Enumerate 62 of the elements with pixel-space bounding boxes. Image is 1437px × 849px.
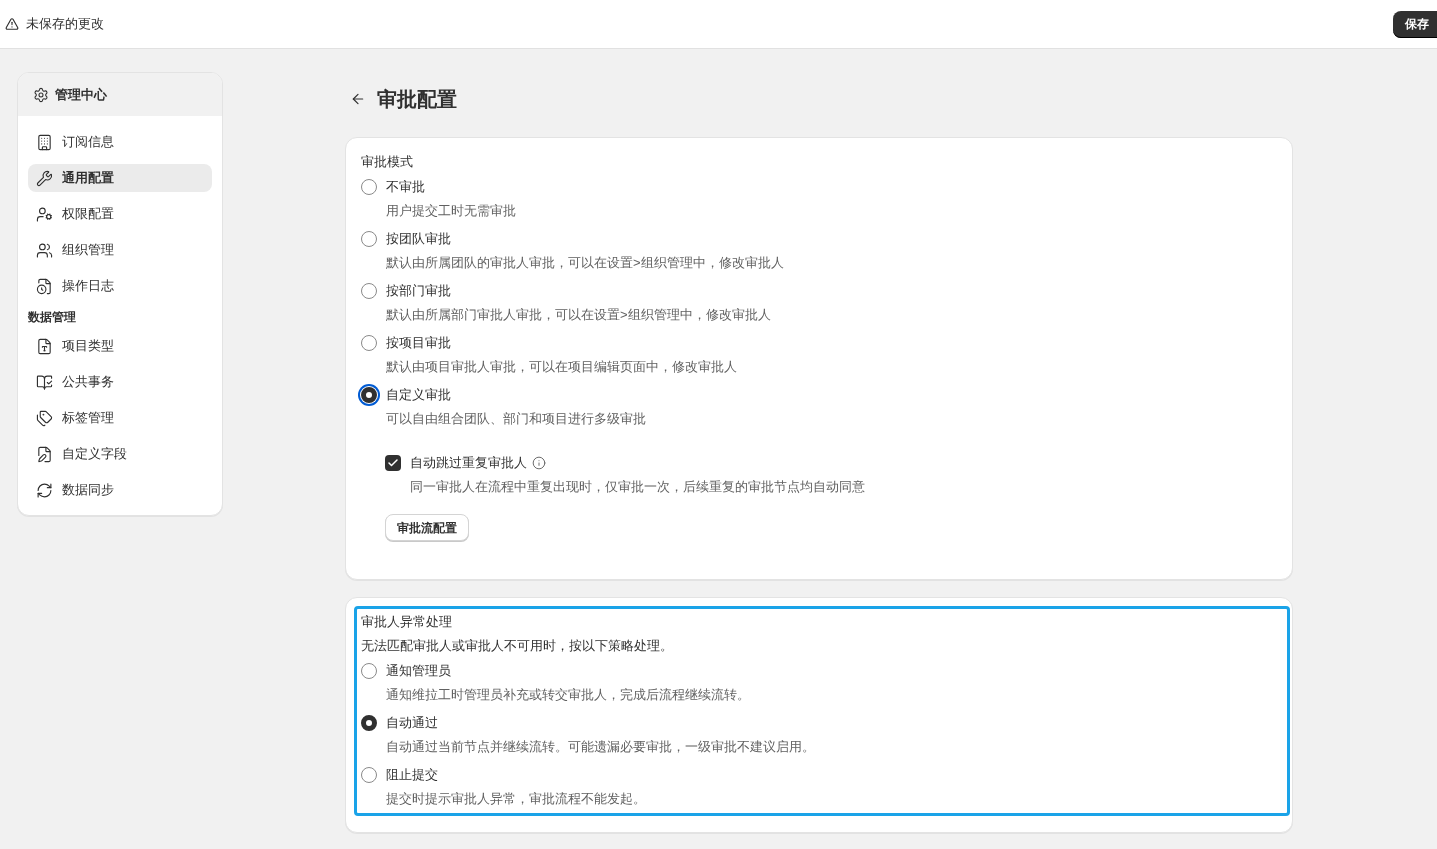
users-icon bbox=[36, 241, 53, 259]
option-label: 按项目审批 bbox=[386, 334, 451, 352]
option-description: 用户提交工时无需审批 bbox=[386, 202, 516, 220]
option-label: 不审批 bbox=[386, 178, 425, 196]
section-description: 无法匹配审批人或审批人不可用时，按以下策略处理。 bbox=[361, 637, 674, 655]
sidebar-item[interactable]: 操作日志 bbox=[28, 272, 212, 300]
file-clock-icon bbox=[36, 277, 53, 295]
option-description: 默认由所属部门审批人审批，可以在设置>组织管理中，修改审批人 bbox=[386, 306, 771, 324]
checkbox[interactable] bbox=[385, 455, 401, 471]
sidebar-item[interactable]: 数据同步 bbox=[28, 476, 212, 504]
section-label: 审批模式 bbox=[361, 153, 414, 171]
sidebar-item[interactable]: 权限配置 bbox=[28, 200, 212, 228]
user-gear-icon bbox=[36, 205, 53, 223]
refresh-icon bbox=[36, 481, 53, 499]
radio-button[interactable] bbox=[361, 335, 377, 351]
settings-icon bbox=[33, 86, 49, 103]
option-description: 可以自由组合团队、部门和项目进行多级审批 bbox=[386, 410, 646, 428]
radio-button[interactable] bbox=[361, 231, 377, 247]
option-description: 通知维拉工时管理员补充或转交审批人，完成后流程继续流转。 bbox=[386, 686, 750, 704]
option-label: 自动通过 bbox=[386, 714, 438, 732]
building-icon bbox=[36, 133, 53, 151]
sidebar-item[interactable]: 组织管理 bbox=[28, 236, 212, 264]
sidebar-item[interactable]: 自定义字段 bbox=[28, 440, 212, 468]
option-label: 阻止提交 bbox=[386, 766, 438, 784]
radio-button[interactable] bbox=[361, 715, 377, 731]
save-button[interactable]: 保存 bbox=[1393, 10, 1437, 38]
radio-button[interactable] bbox=[361, 283, 377, 299]
sidebar-section-heading: 数据管理 bbox=[28, 309, 77, 326]
file-text-icon bbox=[36, 337, 53, 355]
radio-button[interactable] bbox=[361, 387, 377, 403]
sidebar-title: 管理中心 bbox=[55, 85, 107, 104]
radio-button[interactable] bbox=[361, 179, 377, 195]
option-label: 自定义审批 bbox=[386, 386, 451, 404]
wrench-icon bbox=[36, 169, 53, 187]
approval-flow-config-button[interactable]: 审批流配置 bbox=[385, 514, 469, 541]
option-label: 按团队审批 bbox=[386, 230, 451, 248]
option-description: 默认由项目审批人审批，可以在项目编辑页面中，修改审批人 bbox=[386, 358, 737, 376]
option-description: 默认由所属团队的审批人审批，可以在设置>组织管理中，修改审批人 bbox=[386, 254, 784, 272]
file-pen-icon bbox=[36, 445, 53, 463]
unsaved-status-text: 未保存的更改 bbox=[26, 15, 104, 34]
check-icon bbox=[387, 457, 399, 469]
sidebar-item[interactable]: 通用配置 bbox=[28, 164, 212, 192]
info-icon bbox=[532, 456, 546, 470]
page-title: 审批配置 bbox=[377, 87, 457, 112]
back-arrow-icon bbox=[350, 91, 366, 107]
section-title: 审批人异常处理 bbox=[361, 613, 453, 631]
sidebar-item[interactable]: 标签管理 bbox=[28, 404, 212, 432]
tags-icon bbox=[36, 409, 53, 427]
checkbox-description: 同一审批人在流程中重复出现时，仅审批一次，后续重复的审批节点均自动同意 bbox=[410, 478, 865, 496]
sidebar-item[interactable]: 订阅信息 bbox=[28, 128, 212, 156]
sidebar-item[interactable]: 项目类型 bbox=[28, 332, 212, 360]
sidebar-item[interactable]: 公共事务 bbox=[28, 368, 212, 396]
option-description: 提交时提示审批人异常，审批流程不能发起。 bbox=[386, 790, 646, 808]
radio-button[interactable] bbox=[361, 663, 377, 679]
radio-button[interactable] bbox=[361, 767, 377, 783]
checkbox-label: 自动跳过重复审批人 bbox=[410, 454, 527, 472]
option-description: 自动通过当前节点并继续流转。可能遗漏必要审批，一级审批不建议启用。 bbox=[386, 738, 815, 756]
warning-icon bbox=[5, 17, 19, 31]
book-check-icon bbox=[36, 373, 53, 391]
option-label: 按部门审批 bbox=[386, 282, 451, 300]
back-button[interactable] bbox=[350, 91, 366, 107]
option-label: 通知管理员 bbox=[386, 662, 451, 680]
